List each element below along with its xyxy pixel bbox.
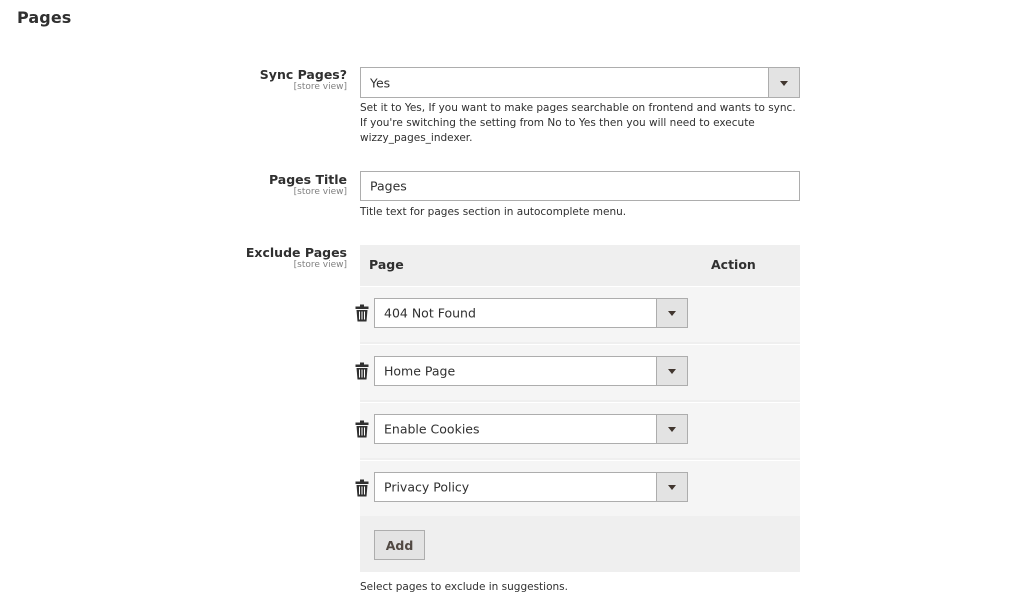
- exclude-pages-scope: [store view]: [293, 260, 347, 270]
- sync-pages-note: Set it to Yes, If you want to make pages…: [360, 102, 796, 144]
- section-title: Pages: [17, 8, 72, 27]
- chevron-down-icon: [668, 311, 676, 316]
- sync-pages-scope: [store view]: [293, 82, 347, 92]
- exclude-page-value: Privacy Policy: [384, 479, 470, 495]
- column-header-action: Action: [711, 257, 756, 272]
- exclude-page-dropdown-toggle[interactable]: [656, 357, 687, 385]
- trash-icon[interactable]: [355, 362, 369, 380]
- sync-pages-select[interactable]: Yes: [360, 67, 800, 98]
- sync-pages-dropdown-toggle[interactable]: [768, 68, 799, 97]
- pages-title-label-group: Pages Title [store view]: [269, 172, 347, 198]
- pages-title-label: Pages Title: [268, 172, 347, 187]
- chevron-down-icon: [668, 427, 676, 432]
- exclude-page-select[interactable]: Privacy Policy: [374, 472, 688, 502]
- exclude-page-dropdown-toggle[interactable]: [656, 415, 687, 443]
- config-page: Pages Sync Pages? [store view] Yes Set i…: [0, 0, 1024, 613]
- trash-icon[interactable]: [355, 304, 369, 322]
- exclude-pages-grid: Page Action: [360, 245, 800, 572]
- trash-icon[interactable]: [355, 420, 369, 438]
- exclude-page-select[interactable]: 404 Not Found: [374, 298, 688, 328]
- pages-title-value: Pages: [370, 178, 407, 194]
- chevron-down-icon: [668, 369, 676, 374]
- sync-pages-value: Yes: [370, 75, 391, 90]
- pages-title-scope: [store view]: [293, 187, 347, 197]
- exclude-pages-note: Select pages to exclude in suggestions.: [360, 581, 568, 593]
- pages-title-note: Title text for pages section in autocomp…: [360, 206, 627, 218]
- exclude-page-value: Enable Cookies: [384, 421, 480, 437]
- exclude-page-select[interactable]: Enable Cookies: [374, 414, 688, 444]
- chevron-down-icon: [668, 485, 676, 490]
- exclude-pages-label-group: Exclude Pages [store view]: [246, 245, 347, 271]
- sync-pages-label: Sync Pages?: [259, 67, 347, 82]
- exclude-page-dropdown-toggle[interactable]: [656, 473, 687, 501]
- exclude-pages-label: Exclude Pages: [245, 245, 347, 260]
- exclude-page-select[interactable]: Home Page: [374, 356, 688, 386]
- exclude-page-value: 404 Not Found: [384, 305, 476, 321]
- exclude-page-value: Home Page: [384, 363, 456, 379]
- chevron-down-icon: [780, 80, 788, 86]
- exclude-page-dropdown-toggle[interactable]: [656, 299, 687, 327]
- pages-title-input[interactable]: Pages: [360, 171, 800, 201]
- trash-icon[interactable]: [355, 479, 369, 497]
- add-page-button[interactable]: Add: [374, 530, 425, 560]
- sync-pages-label-group: Sync Pages? [store view]: [260, 67, 347, 93]
- column-header-page: Page: [369, 257, 404, 272]
